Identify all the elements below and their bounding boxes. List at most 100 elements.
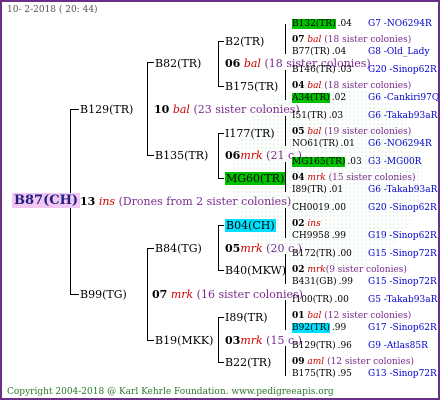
gen4-value: .04 [337, 19, 352, 29]
gen4-value: .03 [347, 157, 362, 167]
gen3-queen[interactable]: I89(TR) [225, 311, 268, 324]
gen3-note: (9 sister colonies) [325, 265, 407, 275]
gen4-value: .03 [337, 65, 352, 75]
gen4-code: G6 -Takab93aR [368, 185, 438, 195]
connector [285, 24, 286, 54]
gen4-code: G20 -Sinop62R [368, 203, 437, 213]
gen1-tag: bal [172, 103, 190, 116]
gen3-tag: bal [307, 35, 322, 45]
gen4-code: G6 -Cankiri97Q [368, 93, 440, 103]
gen2-tag: mrk [240, 242, 263, 255]
connector [218, 178, 224, 179]
gen4-code: G9 -Atlas85R [368, 341, 428, 351]
gen3-num: 04 [292, 81, 305, 91]
gen1-queen[interactable]: B99(TG) [80, 288, 127, 301]
gen2-num: 05 [225, 242, 241, 255]
gen3-queen[interactable]: B22(TR) [225, 356, 271, 369]
gen3-queen[interactable]: I177(TR) [225, 127, 275, 140]
gen4-value: .00 [337, 249, 352, 259]
connector [218, 317, 219, 363]
gen4-code: G5 -Takab93aR [368, 295, 438, 305]
root-queen[interactable]: B87(CH) [12, 193, 81, 208]
connector [218, 317, 224, 318]
connector [218, 362, 224, 363]
gen2-queen[interactable]: B19(MKK) [155, 334, 213, 347]
connector [147, 248, 148, 341]
gen4-row[interactable]: MG165(TR) .03 G3 -MG00R [292, 156, 421, 169]
gen3-num: 02 [292, 265, 305, 275]
gen4-queen: I51(TR) [292, 111, 327, 121]
gen4-code: G6 -Takab93aR [368, 111, 438, 121]
gen2-tag: bal [243, 57, 261, 70]
connector [218, 86, 224, 87]
gen3-queen[interactable]: MG60(TR) [225, 172, 286, 185]
gen1-queen[interactable]: B129(TR) [80, 103, 133, 116]
connector [147, 155, 154, 156]
gen3-queen[interactable]: B2(TR) [225, 35, 264, 48]
gen4-queen: B172(TR) [292, 249, 336, 259]
gen4-queen: B431(GB) [292, 277, 337, 287]
gen4-queen: CH9958 [292, 231, 330, 241]
gen4-row[interactable]: NO61(TR) .01 G6 -NO6294R [292, 138, 432, 151]
connector [147, 62, 148, 156]
gen2-tag: mrk [240, 149, 263, 162]
connector [218, 270, 224, 271]
root-tag: ins [98, 195, 116, 208]
gen3-num: 01 [292, 311, 305, 321]
connector [218, 225, 219, 271]
gen4-row[interactable]: B77(TR) .04 G8 -Old_Lady [292, 46, 430, 59]
gen4-row[interactable]: I100(TR) .00 G5 -Takab93aR [292, 294, 437, 307]
gen4-code: G8 -Old_Lady [368, 47, 430, 57]
connector [218, 41, 224, 42]
gen2-queen[interactable]: B82(TR) [155, 57, 201, 70]
gen3-note: (19 sister colonies) [324, 127, 412, 137]
gen4-row[interactable]: B132(TR) .04 G7 -NO6294R [292, 18, 432, 31]
gen4-row[interactable]: I89(TR) .01 G6 -Takab93aR [292, 184, 437, 197]
gen4-row[interactable]: B175(TR) .95 G13 -Sinop72R [292, 368, 437, 381]
gen2-tag: mrk [240, 334, 263, 347]
gen4-row[interactable]: B129(TR) .96 G9 -Atlas85R [292, 340, 428, 353]
connector [218, 225, 224, 226]
gen4-row[interactable]: B92(TR) .99 G17 -Sinop62R [292, 322, 437, 335]
gen3-num: 04 [292, 173, 305, 183]
gen3-queen[interactable]: B04(CH) [225, 219, 276, 232]
gen4-queen: I89(TR) [292, 185, 327, 195]
gen2-queen[interactable]: B135(TR) [155, 149, 208, 162]
gen4-row[interactable]: A34(TR) .02 G6 -Cankiri97Q [292, 92, 439, 105]
gen4-queen: A34(TR) [292, 93, 330, 103]
gen2-num: 06 [225, 149, 241, 162]
gen4-value: .99 [331, 323, 347, 333]
connector [218, 41, 219, 87]
gen4-row[interactable]: B172(TR) .00 G15 -Sinop72R [292, 248, 437, 261]
gen4-queen: MG165(TR) [292, 157, 346, 167]
gen1-num: 10 [154, 103, 170, 116]
gen3-queen[interactable]: B40(MKW) [225, 264, 286, 277]
gen4-queen: B129(TR) [292, 341, 336, 351]
gen3-tag: mrk [307, 173, 326, 183]
gen4-value: .00 [334, 295, 349, 305]
gen1-note: (16 sister colonies) [196, 288, 303, 301]
gen3-note: (12 sister colonies) [324, 311, 412, 321]
gen3-tag: ins [307, 219, 321, 229]
gen3-num: 05 [292, 127, 305, 137]
gen4-queen: B77(TR) [292, 47, 330, 57]
gen4-code: G6 -NO6294R [368, 139, 432, 149]
gen4-row[interactable]: CH0019.00 G20 -Sinop62R [292, 202, 437, 215]
gen4-value: .99 [338, 277, 353, 287]
root-num: 13 [80, 195, 96, 208]
connector [147, 62, 154, 63]
gen4-row[interactable]: I51(TR) .03 G6 -Takab93aR [292, 110, 437, 123]
gen4-row[interactable]: CH9958.99 G19 -Sinop62R [292, 230, 437, 243]
gen2-num: 03 [225, 334, 241, 347]
gen4-row[interactable]: B431(GB) .99 G15 -Sinop72R [292, 276, 437, 289]
gen2-queen[interactable]: B84(TG) [155, 242, 202, 255]
gen4-row[interactable]: B146(TR) .03 G20 -Sinop62R [292, 64, 437, 77]
gen3-queen[interactable]: B175(TR) [225, 80, 278, 93]
connector [285, 300, 286, 330]
gen4-value: .04 [331, 47, 347, 57]
footer-copyright: Copyright 2004-2018 @ Karl Kehrle Founda… [7, 387, 334, 397]
gen4-queen: I100(TR) [292, 295, 333, 305]
connector [147, 248, 154, 249]
connector [285, 208, 286, 238]
gen1-num: 07 [152, 288, 168, 301]
